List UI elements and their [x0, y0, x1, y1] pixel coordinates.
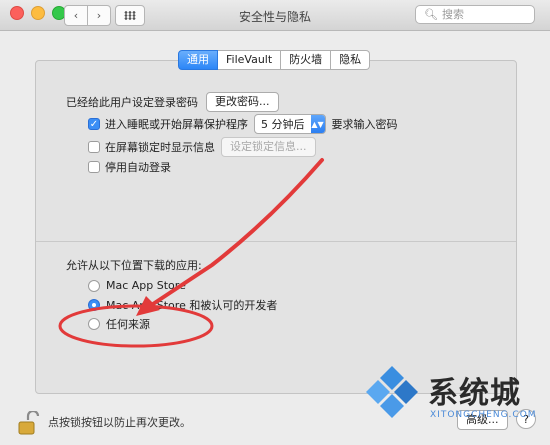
general-panel: 已经给此用户设定登录密码 更改密码... ✓ 进入睡眠或开始屏幕保护程序 5 分… — [35, 60, 517, 394]
app-store-radio[interactable] — [88, 279, 100, 292]
lock-hint-text: 点按锁按钮以防止再次更改。 — [48, 416, 191, 429]
title-bar: ‹ › 安全性与隐私 🔍︎ — [0, 0, 550, 31]
show-message-label: 在屏幕锁定时显示信息 — [105, 141, 215, 154]
search-input[interactable] — [441, 8, 522, 21]
require-password-suffix: 要求输入密码 — [331, 118, 398, 131]
disable-autologin-label: 停用自动登录 — [105, 161, 171, 174]
tab-filevault[interactable]: FileVault — [218, 50, 282, 70]
tab-general[interactable]: 通用 — [178, 50, 218, 70]
password-row: 已经给此用户设定登录密码 更改密码... — [66, 92, 279, 112]
require-password-row: ✓ 进入睡眠或开始屏幕保护程序 5 分钟后 ▲▼ 要求输入密码 — [88, 114, 398, 134]
change-password-button[interactable]: 更改密码... — [206, 92, 279, 112]
app-store-label: Mac App Store — [106, 279, 186, 292]
identified-developers-label: Mac App Store 和被认可的开发者 — [106, 299, 278, 312]
search-field[interactable]: 🔍︎ — [415, 5, 535, 24]
section-divider — [36, 241, 516, 242]
tab-firewall[interactable]: 防火墙 — [281, 50, 332, 70]
disable-autologin-checkbox[interactable] — [88, 161, 100, 173]
require-password-checkbox[interactable]: ✓ — [88, 118, 100, 130]
tab-bar: 通用 FileVault 防火墙 隐私 — [178, 50, 371, 70]
watermark-text: 系统城 — [428, 376, 521, 411]
show-message-checkbox[interactable] — [88, 141, 100, 153]
downloads-heading: 允许从以下位置下载的应用: — [66, 259, 202, 272]
updown-arrows-icon: ▲▼ — [310, 115, 325, 133]
require-password-label: 进入睡眠或开始屏幕保护程序 — [105, 118, 248, 131]
lock-icon[interactable] — [18, 411, 40, 435]
search-icon: 🔍︎ — [424, 8, 438, 21]
watermark-logo-icon — [366, 366, 418, 418]
disable-autologin-row: 停用自动登录 — [88, 159, 171, 175]
watermark: 系统城 XITONGCHENG.COM — [360, 360, 545, 440]
tab-privacy[interactable]: 隐私 — [331, 50, 371, 70]
set-lock-message-button[interactable]: 设定锁定信息... — [221, 137, 316, 157]
password-label: 已经给此用户设定登录密码 — [66, 96, 198, 109]
password-delay-select[interactable]: 5 分钟后 ▲▼ — [254, 114, 326, 134]
show-message-row: 在屏幕锁定时显示信息 设定锁定信息... — [88, 137, 316, 157]
anywhere-label: 任何来源 — [106, 318, 150, 331]
option-identified-developers[interactable]: Mac App Store 和被认可的开发者 — [88, 297, 277, 313]
option-app-store[interactable]: Mac App Store — [88, 279, 186, 292]
password-delay-value: 5 分钟后 — [261, 118, 305, 131]
identified-developers-radio[interactable] — [88, 299, 100, 311]
option-anywhere[interactable]: 任何来源 — [88, 316, 150, 332]
anywhere-radio[interactable] — [88, 318, 100, 330]
watermark-url: XITONGCHENG.COM — [430, 410, 537, 420]
